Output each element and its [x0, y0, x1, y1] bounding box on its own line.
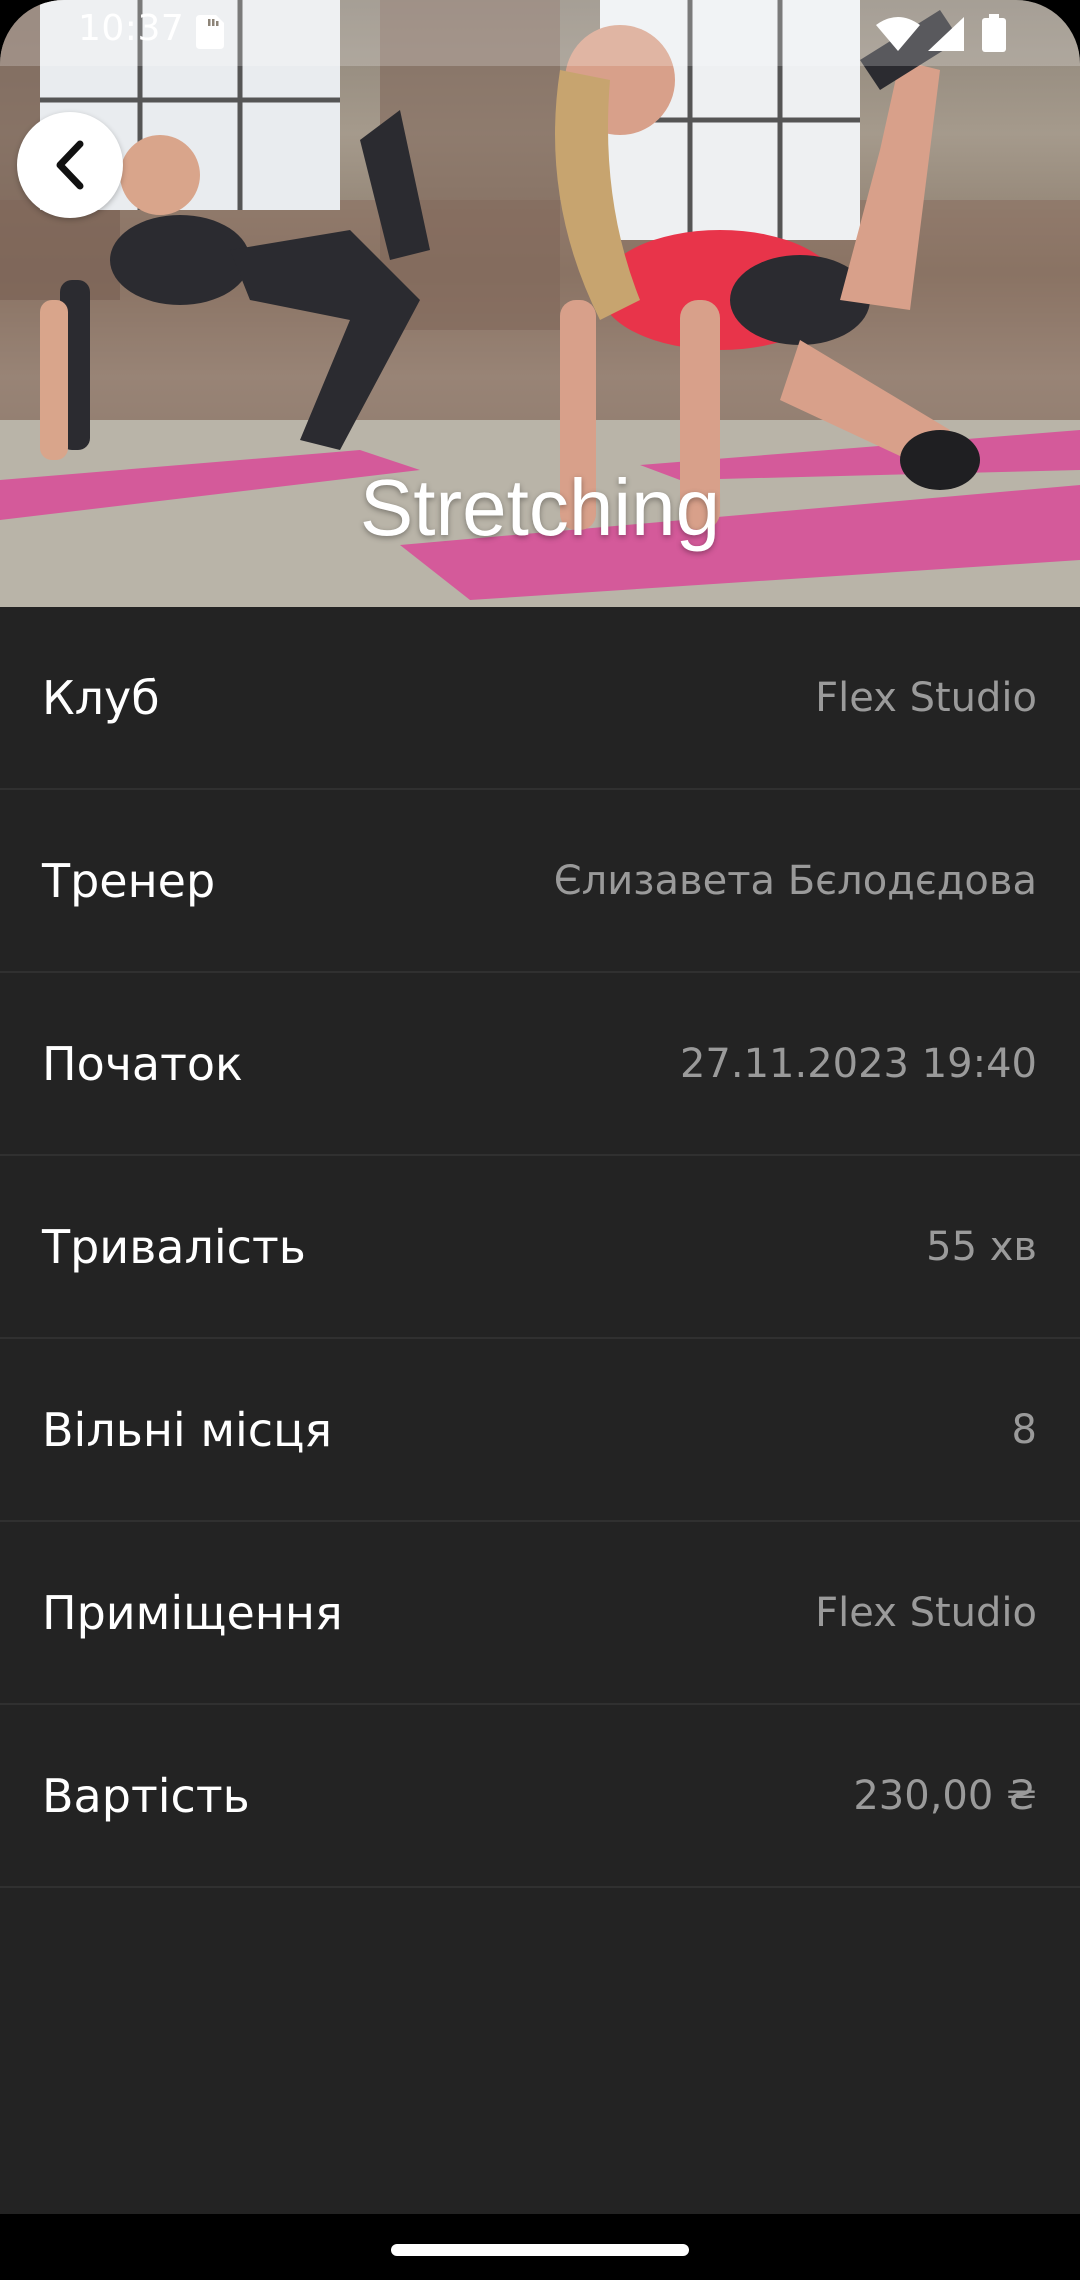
details-list: Клуб Flex Studio Тренер Єлизавета Бєлодє… — [0, 607, 1080, 1888]
detail-label: Вільні місця — [42, 1402, 333, 1457]
detail-label: Початок — [42, 1036, 243, 1091]
sd-card-icon — [196, 15, 224, 49]
detail-value: Єлизавета Бєлодєдова — [553, 857, 1037, 904]
detail-value: Flex Studio — [815, 674, 1037, 721]
detail-value: 230,00 ₴ — [853, 1772, 1037, 1819]
detail-row-room: Приміщення Flex Studio — [0, 1522, 1080, 1705]
detail-label: Тренер — [42, 853, 216, 908]
detail-row-club: Клуб Flex Studio — [0, 607, 1080, 790]
hero-image: 10:37 Stretching — [0, 0, 1080, 607]
detail-row-start: Початок 27.11.2023 19:40 — [0, 973, 1080, 1156]
detail-value: 55 хв — [926, 1223, 1037, 1270]
wifi-icon — [876, 17, 920, 51]
detail-label: Клуб — [42, 670, 160, 725]
detail-row-price: Вартість 230,00 ₴ — [0, 1705, 1080, 1888]
detail-value: 27.11.2023 19:40 — [679, 1040, 1037, 1087]
page-title: Stretching — [359, 463, 721, 552]
chevron-left-icon — [56, 140, 84, 190]
home-indicator[interactable] — [391, 2244, 689, 2256]
detail-row-free-spots: Вільні місця 8 — [0, 1339, 1080, 1522]
navigation-bar — [0, 2214, 1080, 2280]
battery-icon — [982, 14, 1006, 52]
status-time: 10:37 — [78, 8, 185, 49]
status-bar: 10:37 — [0, 0, 1080, 66]
detail-row-trainer: Тренер Єлизавета Бєлодєдова — [0, 790, 1080, 973]
class-details-screen: 10:37 Stretching Клуб Flex Studio Тренер… — [0, 0, 1080, 2214]
back-button[interactable] — [17, 112, 123, 218]
detail-label: Вартість — [42, 1768, 250, 1823]
detail-value: Flex Studio — [815, 1589, 1037, 1636]
signal-icon — [928, 17, 964, 51]
detail-value: 8 — [1011, 1406, 1037, 1453]
detail-label: Тривалість — [42, 1219, 306, 1274]
detail-row-duration: Тривалість 55 хв — [0, 1156, 1080, 1339]
detail-label: Приміщення — [42, 1585, 343, 1640]
